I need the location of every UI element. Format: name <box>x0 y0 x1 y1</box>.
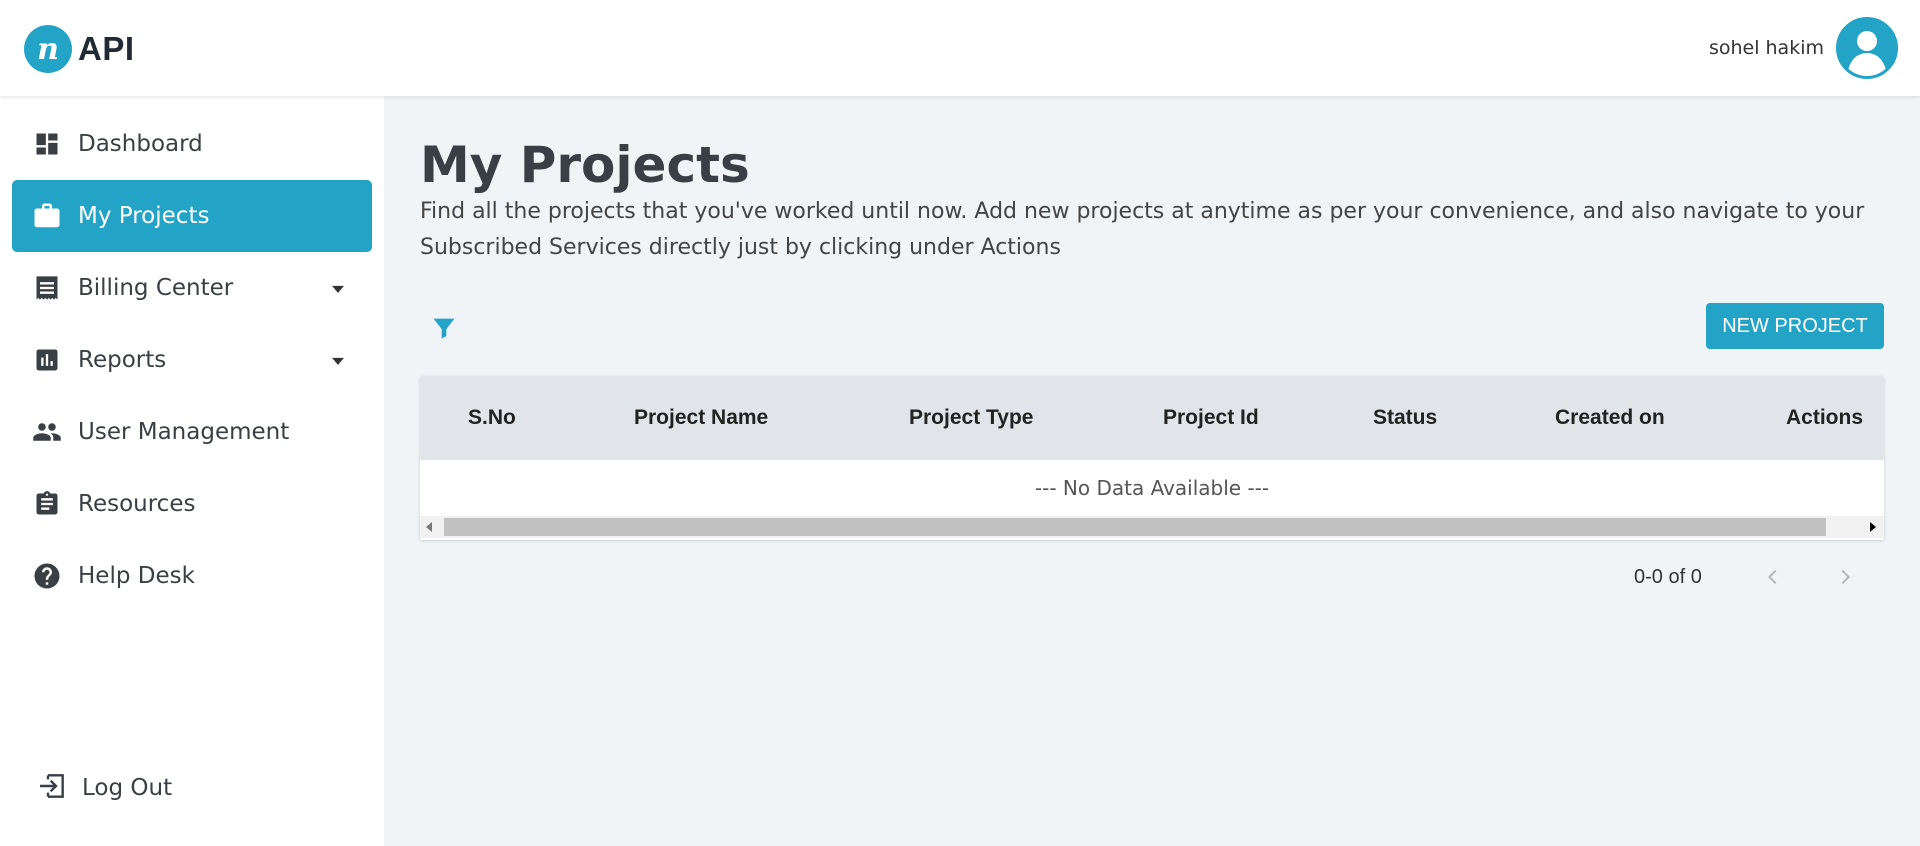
page-title: My Projects <box>420 136 750 194</box>
avatar[interactable] <box>1836 17 1898 79</box>
receipt-icon <box>32 273 62 303</box>
column-header-actions: Actions <box>1786 406 1864 429</box>
empty-state: --- No Data Available --- <box>1034 476 1270 500</box>
sidebar-item-label: Billing Center <box>78 275 234 301</box>
horizontal-scrollbar[interactable] <box>420 516 1884 538</box>
column-header-project-type[interactable]: Project Type <box>909 376 1033 460</box>
app-logo[interactable]: n API <box>24 24 135 74</box>
logout-label: Log Out <box>82 775 173 801</box>
people-icon <box>32 417 62 447</box>
sidebar-item-help-desk[interactable]: Help Desk <box>12 540 372 612</box>
chevron-down-icon[interactable] <box>332 285 344 293</box>
pagination-range: 0-0 of 0 <box>1634 566 1702 588</box>
filter-icon <box>433 318 455 339</box>
sidebar-item-label: Resources <box>78 491 196 517</box>
next-page-button[interactable] <box>1830 562 1860 592</box>
chevron-right-icon <box>1841 569 1851 585</box>
sidebar-item-label: Help Desk <box>78 563 195 589</box>
user-name: sohel hakim <box>1708 37 1824 59</box>
sidebar-item-my-projects[interactable]: My Projects <box>12 180 372 252</box>
sidebar-item-resources[interactable]: Resources <box>12 468 372 540</box>
sidebar-item-dashboard[interactable]: Dashboard <box>12 108 372 180</box>
sidebar-item-reports[interactable]: Reports <box>12 324 372 396</box>
projects-table: S.No Project Name Project Type Project I… <box>420 376 1884 540</box>
column-header-project-id[interactable]: Project Id <box>1163 376 1259 460</box>
previous-page-button[interactable] <box>1758 562 1788 592</box>
chevron-down-icon[interactable] <box>332 357 344 365</box>
column-header-project-name[interactable]: Project Name <box>634 376 768 460</box>
user-avatar-icon <box>1839 20 1895 76</box>
logo-mark: n <box>24 25 72 73</box>
sidebar-item-label: Dashboard <box>78 131 203 157</box>
filter-button[interactable] <box>430 313 458 343</box>
sidebar: Dashboard My Projects Billing Center Rep… <box>0 96 384 846</box>
top-header: n API sohel hakim <box>0 0 1920 96</box>
logout-button[interactable]: Log Out <box>36 768 172 808</box>
help-icon <box>32 561 62 591</box>
sidebar-item-user-management[interactable]: User Management <box>12 396 372 468</box>
sidebar-item-label: My Projects <box>78 203 210 229</box>
table-header: S.No Project Name Project Type Project I… <box>420 376 1884 460</box>
bar-chart-icon <box>32 345 62 375</box>
column-header-status[interactable]: Status <box>1373 376 1437 460</box>
scrollbar-thumb[interactable] <box>444 518 1826 536</box>
sidebar-item-label: User Management <box>78 419 290 445</box>
logout-icon <box>36 770 68 806</box>
sidebar-item-billing-center[interactable]: Billing Center <box>12 252 372 324</box>
clipboard-icon <box>32 489 62 519</box>
scroll-left-icon[interactable] <box>426 522 432 532</box>
user-menu[interactable]: sohel hakim <box>1709 17 1898 79</box>
briefcase-icon <box>32 201 62 231</box>
column-header-created-on[interactable]: Created on <box>1555 376 1665 460</box>
sidebar-item-label: Reports <box>78 347 167 373</box>
logo-text: API <box>78 30 135 67</box>
chevron-left-icon <box>1767 569 1777 585</box>
main-content: My Projects Find all the projects that y… <box>384 96 1920 846</box>
scroll-right-icon[interactable] <box>1870 522 1876 532</box>
column-header-sno[interactable]: S.No <box>468 376 516 460</box>
new-project-button[interactable]: NEW PROJECT <box>1706 303 1884 349</box>
page-description: Find all the projects that you've worked… <box>420 199 1865 260</box>
dashboard-icon <box>32 129 62 159</box>
